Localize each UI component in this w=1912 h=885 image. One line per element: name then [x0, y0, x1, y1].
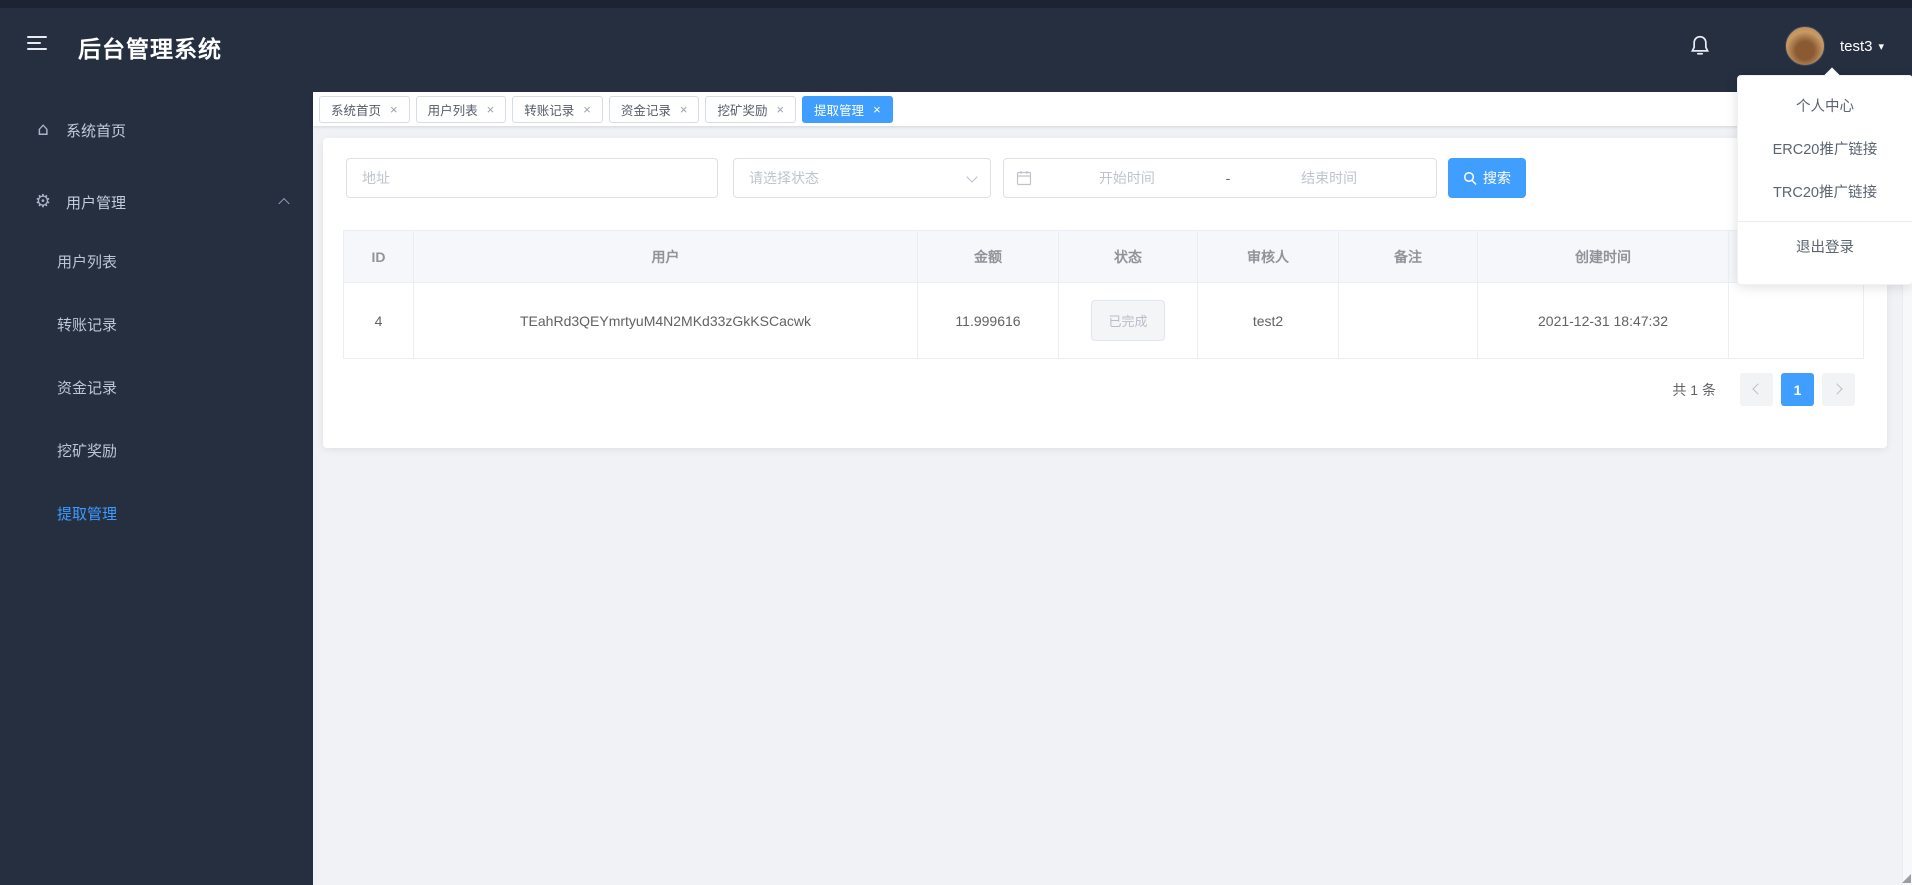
sub-item-label: 提取管理 — [57, 506, 118, 523]
user-avatar[interactable] — [1784, 26, 1825, 66]
tab-label: 系统首页 — [331, 103, 382, 118]
chevron-up-icon — [278, 197, 290, 210]
tab-close-icon[interactable]: × — [487, 103, 495, 116]
address-input[interactable] — [346, 158, 718, 198]
calendar-icon — [1016, 171, 1032, 186]
gear-icon: ⚙ — [34, 191, 52, 212]
sidebar-item-user-list[interactable]: 用户列表 — [0, 230, 313, 293]
cell-remark — [1338, 282, 1478, 359]
pagination-total: 共 1 条 — [1672, 381, 1716, 398]
sidebar: ⌂ 系统首页 ⚙ 用户管理 用户列表 转账记录 资金记录 挖矿奖励 提取管理 — [0, 92, 313, 885]
sidebar-item-withdrawal-management[interactable]: 提取管理 — [0, 482, 313, 545]
tab-close-icon[interactable]: × — [776, 103, 784, 116]
chevron-left-icon — [1752, 383, 1764, 395]
sub-item-label: 转账记录 — [57, 317, 118, 334]
cell-amount: 11.999616 — [917, 282, 1059, 359]
status-select-placeholder: 请选择状态 — [749, 170, 819, 186]
tab-transfer-records[interactable]: 转账记录 × — [512, 95, 603, 123]
sidebar-group-label: 用户管理 — [66, 194, 127, 212]
pagination: 共 1 条 1 — [323, 373, 1887, 406]
table-header-row: ID 用户 金额 状态 审核人 备注 创建时间 — [343, 230, 1864, 283]
tab-label: 提取管理 — [814, 103, 865, 118]
content-card: 请选择状态 开始时间 - 结束时间 搜索 ID 用户 — [323, 138, 1887, 448]
menu-item-logout[interactable]: 退出登录 — [1738, 222, 1912, 270]
withdrawals-table: ID 用户 金额 状态 审核人 备注 创建时间 4 TEahRd3QEYmrty… — [343, 230, 1864, 359]
date-range-picker[interactable]: 开始时间 - 结束时间 — [1003, 158, 1437, 198]
status-select[interactable]: 请选择状态 — [733, 158, 991, 198]
col-created-at: 创建时间 — [1477, 230, 1729, 283]
table-row: 4 TEahRd3QEYmrtyuM4N2MKd33zGkKSCacwk 11.… — [343, 282, 1864, 359]
chevron-right-icon — [1831, 383, 1843, 395]
col-remark: 备注 — [1338, 230, 1478, 283]
sidebar-group-user-management[interactable]: ⚙ 用户管理 — [0, 174, 313, 230]
next-page-button[interactable] — [1822, 373, 1855, 406]
sidebar-item-transfer-records[interactable]: 转账记录 — [0, 293, 313, 356]
col-id: ID — [343, 230, 414, 283]
menu-item-trc20-link[interactable]: TRC20推广链接 — [1738, 170, 1912, 213]
search-button[interactable]: 搜索 — [1448, 158, 1526, 198]
sub-item-label: 挖矿奖励 — [57, 443, 118, 460]
search-icon — [1463, 171, 1477, 185]
cell-id: 4 — [343, 282, 414, 359]
home-icon: ⌂ — [37, 119, 49, 140]
start-date-placeholder[interactable]: 开始时间 — [1032, 168, 1222, 188]
col-user: 用户 — [413, 230, 918, 283]
tab-fund-records[interactable]: 资金记录 × — [608, 95, 700, 123]
sidebar-item-home[interactable]: ⌂ 系统首页 — [0, 102, 313, 158]
tab-label: 用户列表 — [427, 103, 478, 118]
end-date-placeholder[interactable]: 结束时间 — [1234, 168, 1424, 188]
col-amount: 金额 — [917, 230, 1059, 283]
window-top-strip — [0, 0, 1912, 8]
tab-home[interactable]: 系统首页 × — [319, 95, 410, 123]
tab-close-icon[interactable]: × — [873, 103, 881, 116]
open-tabs-bar: 系统首页 × 用户列表 × 转账记录 × 资金记录 × 挖矿奖励 × 提取管理 … — [313, 92, 1912, 126]
app-header: 后台管理系统 test3 ▾ — [0, 0, 1912, 92]
tab-label: 资金记录 — [620, 103, 671, 118]
app-title: 后台管理系统 — [78, 36, 222, 62]
sidebar-collapse-icon[interactable] — [27, 36, 47, 52]
menu-item-profile[interactable]: 个人中心 — [1738, 84, 1912, 127]
search-button-label: 搜索 — [1483, 170, 1511, 186]
page-number-1[interactable]: 1 — [1781, 373, 1814, 406]
tab-close-icon[interactable]: × — [390, 103, 398, 116]
tab-label: 挖矿奖励 — [717, 103, 768, 118]
cell-reviewer: test2 — [1197, 282, 1339, 359]
sidebar-item-label: 系统首页 — [66, 122, 127, 140]
tab-close-icon[interactable]: × — [583, 103, 591, 116]
user-caret-down-icon[interactable]: ▾ — [1878, 40, 1884, 53]
scrollbar-corner-grip — [1902, 874, 1911, 883]
col-reviewer: 审核人 — [1197, 230, 1339, 283]
prev-page-button[interactable] — [1740, 373, 1773, 406]
username-label[interactable]: test3 — [1840, 38, 1873, 55]
status-completed-badge[interactable]: 已完成 — [1091, 300, 1165, 341]
user-dropdown-menu: 个人中心 ERC20推广链接 TRC20推广链接 退出登录 — [1737, 67, 1912, 285]
chevron-down-icon — [966, 171, 978, 183]
sidebar-item-mining-rewards[interactable]: 挖矿奖励 — [0, 419, 313, 482]
filter-bar: 请选择状态 开始时间 - 结束时间 搜索 — [323, 138, 1887, 198]
sub-item-label: 用户列表 — [57, 254, 118, 271]
tab-withdrawal-management[interactable]: 提取管理 × — [802, 95, 893, 123]
sidebar-item-fund-records[interactable]: 资金记录 — [0, 356, 313, 419]
cell-actions — [1728, 282, 1864, 359]
col-status: 状态 — [1058, 230, 1198, 283]
tab-user-list[interactable]: 用户列表 × — [415, 95, 507, 123]
menu-item-erc20-link[interactable]: ERC20推广链接 — [1738, 127, 1912, 170]
cell-status: 已完成 — [1058, 282, 1198, 359]
notification-bell-icon[interactable] — [1687, 33, 1713, 59]
date-range-separator: - — [1225, 170, 1231, 186]
tab-label: 转账记录 — [524, 103, 575, 118]
tab-close-icon[interactable]: × — [680, 103, 688, 116]
tab-mining-rewards[interactable]: 挖矿奖励 × — [705, 95, 797, 123]
sub-item-label: 资金记录 — [57, 380, 118, 397]
cell-user-address: TEahRd3QEYmrtyuM4N2MKd33zGkKSCacwk — [413, 282, 918, 359]
cell-created-at: 2021-12-31 18:47:32 — [1477, 282, 1729, 359]
